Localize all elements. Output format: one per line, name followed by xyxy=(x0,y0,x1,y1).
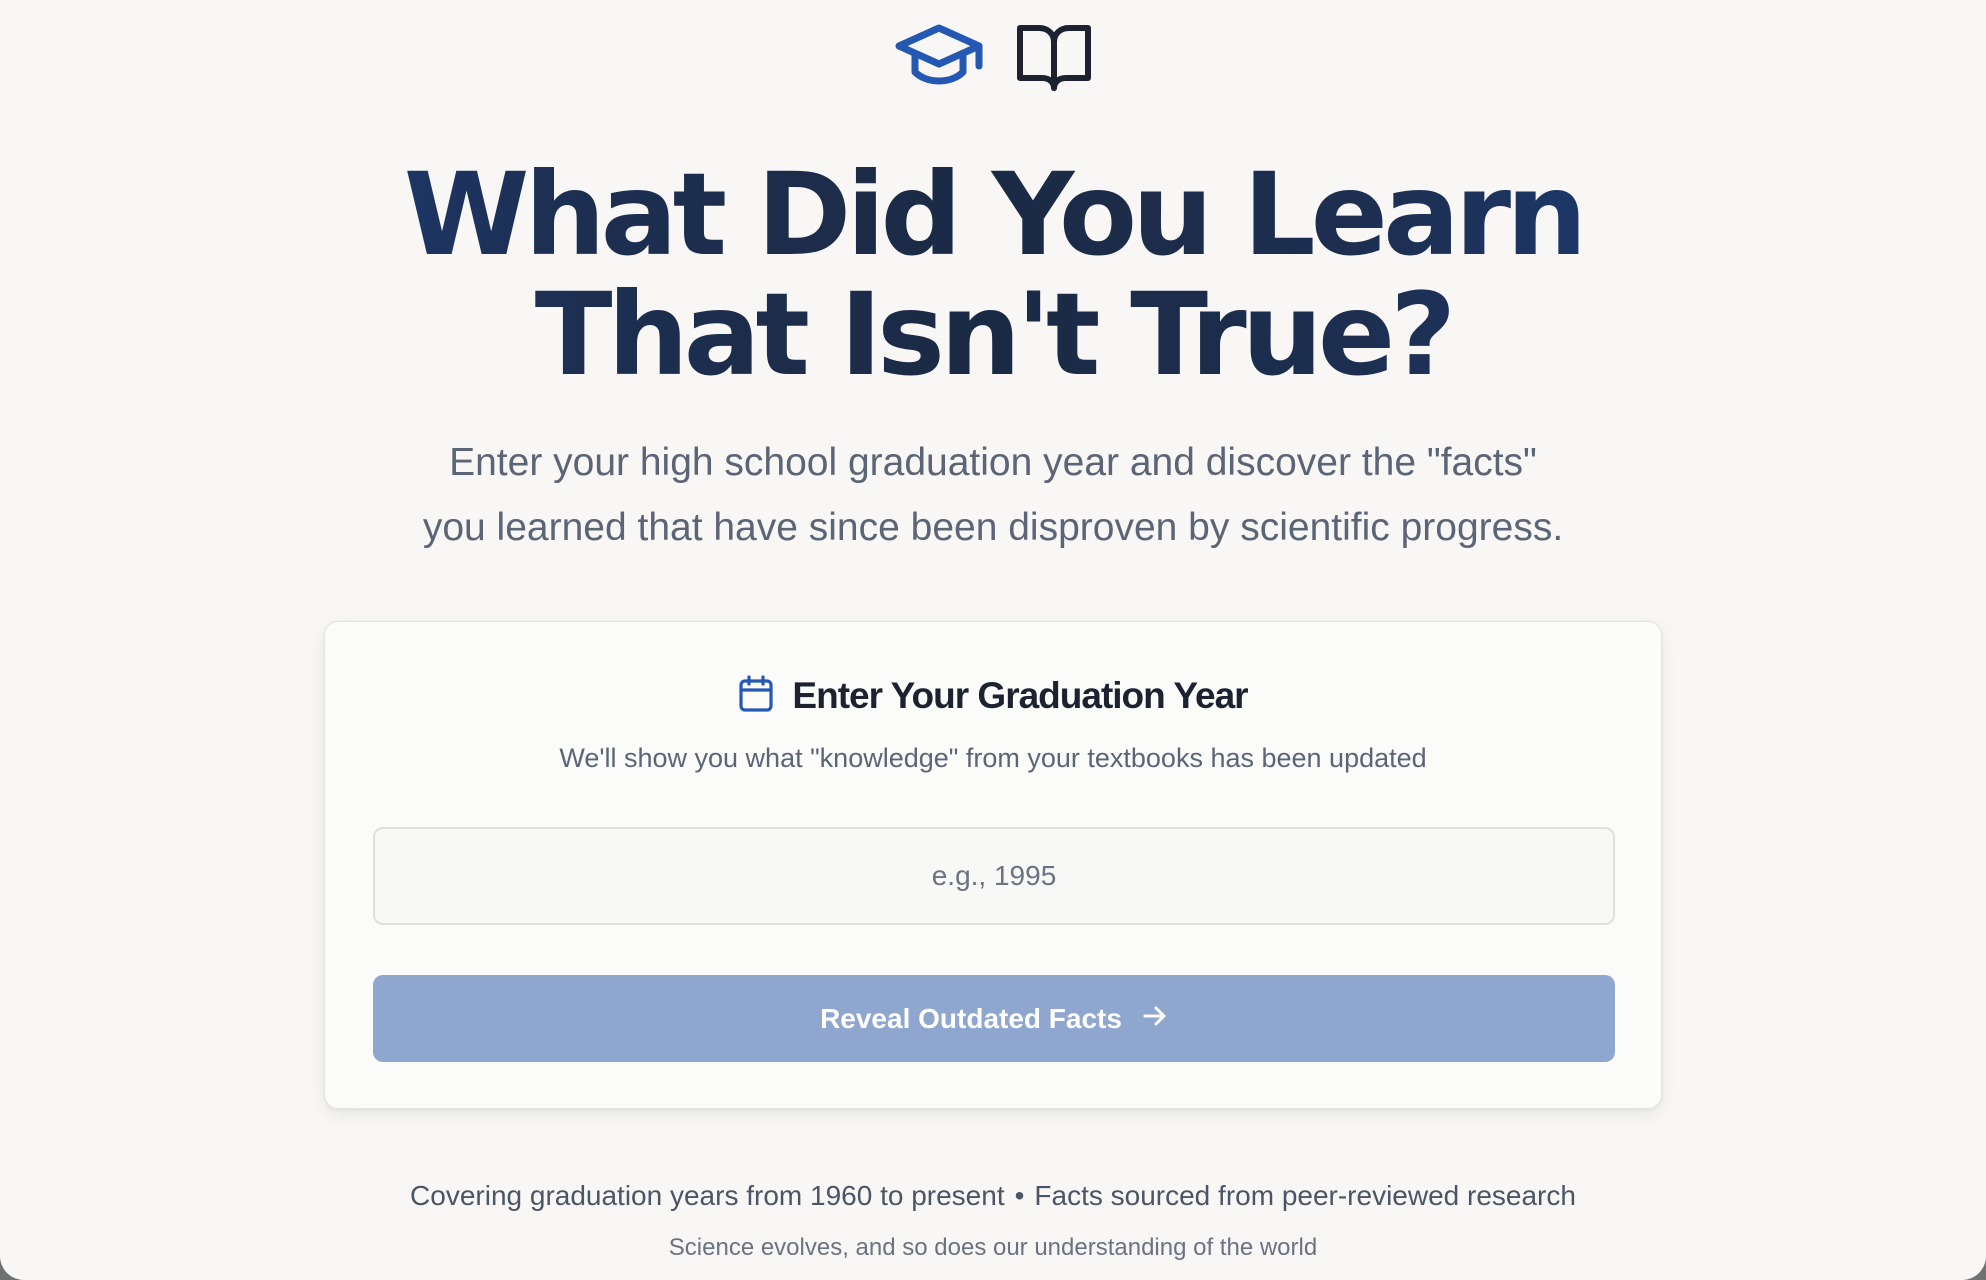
footer-tagline: Science evolves, and so does our underst… xyxy=(668,1234,1318,1261)
page-title: What Did You Learn That Isn't True? xyxy=(0,155,1986,395)
arrow-right-icon xyxy=(1142,1003,1168,1035)
calendar-icon xyxy=(738,674,774,718)
reveal-outdated-facts-button[interactable]: Reveal Outdated Facts xyxy=(373,975,1615,1062)
app-window: What Did You Learn That Isn't True? Ente… xyxy=(0,0,1986,1280)
subtitle-line-1: Enter your high school graduation year a… xyxy=(449,441,1537,484)
page-subtitle: Enter your high school graduation year a… xyxy=(393,430,1593,560)
header-icons xyxy=(0,22,1986,94)
footer-separator: • xyxy=(1014,1180,1025,1211)
footer-source-text: Facts sourced from peer-reviewed researc… xyxy=(1034,1180,1576,1211)
card-description: We'll show you what "knowledge" from you… xyxy=(559,743,1427,773)
subtitle-line-2: you learned that have since been disprov… xyxy=(422,506,1564,549)
footer-info: Covering graduation years from 1960 to p… xyxy=(0,1178,1986,1214)
graduation-cap-icon xyxy=(893,22,985,94)
card-header: Enter Your Graduation Year xyxy=(325,672,1661,720)
page-title-line-2: That Isn't True? xyxy=(534,268,1452,401)
page-title-line-1: What Did You Learn xyxy=(403,148,1583,281)
graduation-year-card: Enter Your Graduation Year We'll show yo… xyxy=(324,621,1662,1109)
graduation-year-input[interactable] xyxy=(373,827,1615,925)
reveal-button-label: Reveal Outdated Facts xyxy=(820,1002,1122,1034)
card-title: Enter Your Graduation Year xyxy=(792,675,1248,716)
open-book-icon xyxy=(1015,22,1093,94)
footer-coverage-text: Covering graduation years from 1960 to p… xyxy=(410,1180,1005,1211)
